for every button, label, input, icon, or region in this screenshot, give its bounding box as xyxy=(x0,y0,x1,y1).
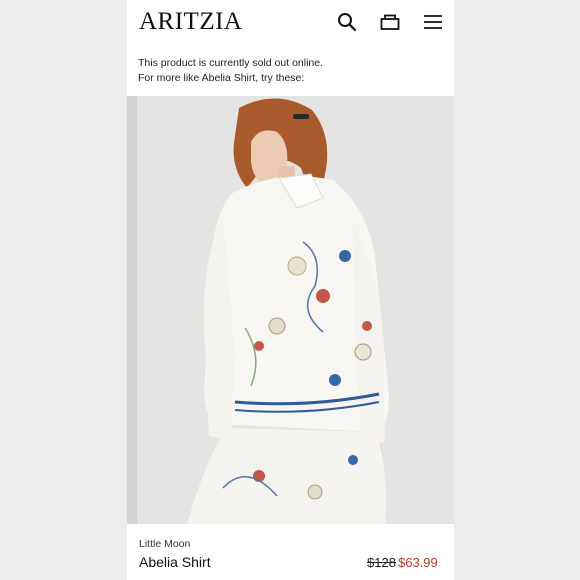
sold-out-notice: This product is currently sold out onlin… xyxy=(138,56,443,86)
product-name[interactable]: Abelia Shirt xyxy=(139,554,211,570)
product-brand: Little Moon xyxy=(139,538,191,550)
original-price: $128 xyxy=(367,555,396,570)
search-icon[interactable] xyxy=(336,11,358,33)
sale-price: $63.99 xyxy=(398,555,438,570)
page-frame: ARITZIA This product is currently sold o… xyxy=(127,0,454,580)
bag-icon[interactable] xyxy=(379,11,401,33)
recommendation-message: For more like Abelia Shirt, try these: xyxy=(138,72,305,84)
aritzia-logo[interactable]: ARITZIA xyxy=(139,8,242,36)
product-image[interactable] xyxy=(127,96,454,524)
site-header: ARITZIA xyxy=(127,0,454,46)
sold-out-message: This product is currently sold out onlin… xyxy=(138,57,324,69)
menu-icon[interactable] xyxy=(422,11,444,33)
product-info[interactable]: Little Moon Abelia Shirt $128 $63.99 xyxy=(127,524,454,580)
